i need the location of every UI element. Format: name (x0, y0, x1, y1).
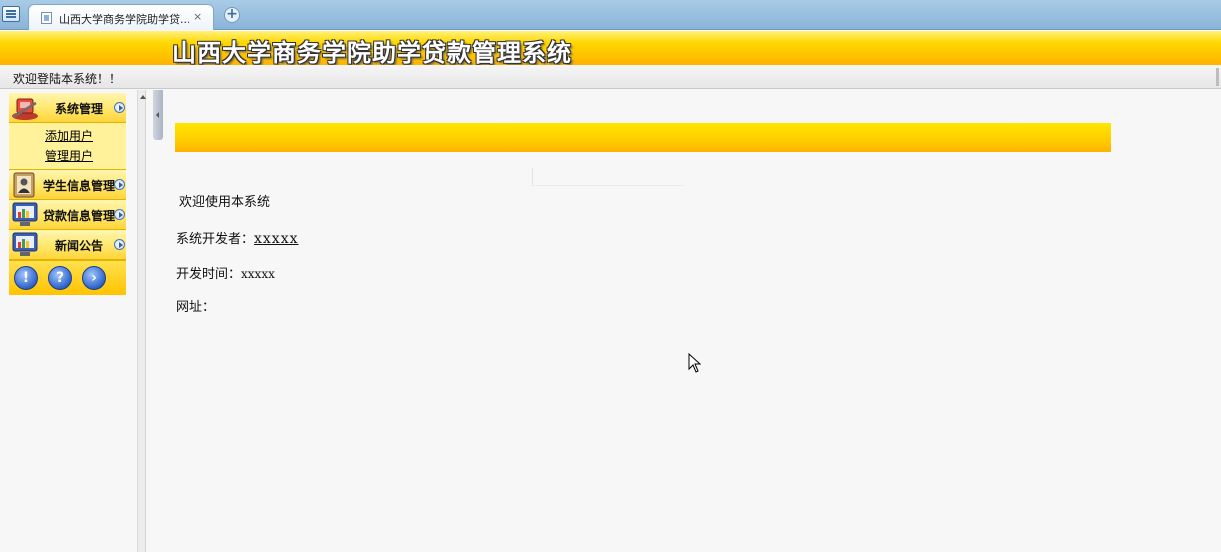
submenu-item-add-user[interactable]: 添加用户 (9, 126, 126, 146)
welcome-bar: 欢迎登陆本系统！！ (0, 65, 1221, 89)
developer-label: 系统开发者： (176, 232, 255, 247)
menu-label: 贷款信息管理 (43, 209, 116, 223)
url-row: 网址： (176, 296, 215, 315)
system-title: 山西大学商务学院助学贷款管理系统 (172, 39, 572, 67)
mouse-cursor-icon (688, 353, 702, 373)
url-label: 网址： (176, 300, 216, 315)
menu-loan-info[interactable]: 贷款信息管理 (9, 200, 126, 230)
sidebar: 系统管理 添加用户 管理用户 学生信息管理 贷款信息管理 新闻公告 ! ? › (0, 90, 138, 552)
scrollbar[interactable] (1216, 68, 1219, 86)
tab-close-icon[interactable]: × (193, 10, 202, 23)
wrench-tools-icon (12, 98, 38, 120)
sidebar-menu: 系统管理 添加用户 管理用户 学生信息管理 贷款信息管理 新闻公告 ! ? › (9, 93, 126, 295)
new-tab-button[interactable]: + (224, 7, 240, 23)
browser-tab-strip: 山西大学商务学院助学贷... × + (0, 0, 1221, 30)
menu-news[interactable]: 新闻公告 (9, 230, 126, 260)
monitor-chart-icon (12, 232, 38, 256)
menu-label: 新闻公告 (54, 239, 103, 253)
menu-label: 系统管理 (54, 102, 103, 116)
browser-tab[interactable]: 山西大学商务学院助学贷... × (28, 4, 214, 30)
page-favicon-icon (41, 12, 52, 24)
menu-system-management[interactable]: 系统管理 (9, 93, 126, 123)
dev-time-label: 开发时间： (176, 267, 242, 282)
content-header-bar (175, 123, 1111, 152)
welcome-message: 欢迎登陆本系统！！ (13, 72, 122, 86)
sidebar-scrollbar[interactable] (138, 90, 146, 552)
collapse-sidebar-handle[interactable] (153, 90, 163, 140)
chevron-right-icon[interactable] (114, 239, 125, 250)
submenu-system-management: 添加用户 管理用户 (9, 123, 126, 170)
divider (532, 168, 684, 186)
developer-link[interactable]: xxxxx (254, 231, 298, 247)
forward-icon[interactable]: › (82, 266, 106, 290)
chevron-right-icon[interactable] (114, 179, 125, 190)
chevron-right-icon[interactable] (114, 209, 125, 220)
main-content: 欢迎使用本系统 系统开发者：xxxxx 开发时间：xxxxx 网址： (164, 90, 1221, 552)
monitor-chart-icon (12, 202, 38, 226)
help-icon[interactable]: ? (48, 266, 72, 290)
menu-label: 学生信息管理 (43, 179, 116, 193)
developer-row: 系统开发者：xxxxx (176, 228, 299, 247)
submenu-item-manage-users[interactable]: 管理用户 (9, 146, 126, 166)
chevron-right-icon[interactable] (114, 102, 125, 113)
welcome-heading: 欢迎使用本系统 (179, 195, 271, 210)
tab-list-menu-icon[interactable] (2, 6, 20, 22)
menu-student-info[interactable]: 学生信息管理 (9, 170, 126, 200)
info-icon[interactable]: ! (14, 266, 38, 290)
student-card-icon (13, 172, 35, 198)
header-banner: 山西大学商务学院助学贷款管理系统 (0, 31, 1221, 67)
scroll-up-arrow-icon[interactable] (140, 95, 146, 99)
dev-time-value: xxxxx (241, 267, 275, 281)
dev-time-row: 开发时间：xxxxx (176, 263, 275, 282)
sidebar-footer: ! ? › (9, 260, 126, 295)
tab-title: 山西大学商务学院助学贷... (59, 13, 189, 26)
